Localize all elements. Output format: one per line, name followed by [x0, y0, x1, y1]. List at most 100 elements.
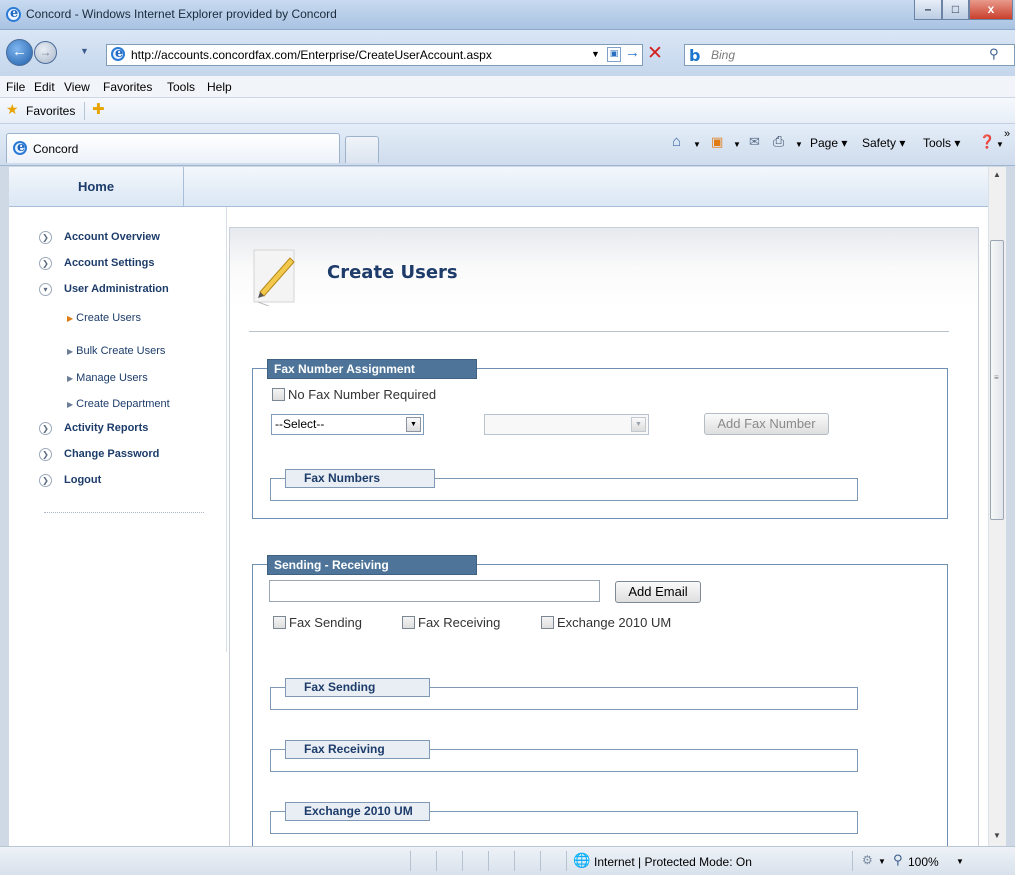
- chevron-down-icon[interactable]: ▼: [878, 857, 886, 866]
- nav-user-administration[interactable]: User Administration: [64, 283, 169, 295]
- page-viewport: Home ❯ Account Overview ❯ Account Settin…: [9, 167, 988, 846]
- arrow-icon: ▶: [67, 374, 74, 383]
- nav-account-overview[interactable]: Account Overview: [64, 231, 160, 243]
- new-tab-button[interactable]: [345, 136, 379, 163]
- email-input[interactable]: [269, 580, 600, 602]
- fax-number-select[interactable]: ▼: [484, 414, 649, 435]
- tab-page-icon: [13, 140, 27, 155]
- address-url: http://accounts.concordfax.com/Enterpris…: [131, 48, 492, 62]
- nav-bullet-icon: ❯: [39, 474, 52, 487]
- menu-tools[interactable]: Tools: [167, 80, 195, 94]
- exchange-checkbox-row[interactable]: Exchange 2010 UM: [541, 615, 671, 630]
- address-field[interactable]: http://accounts.concordfax.com/Enterpris…: [106, 44, 643, 66]
- grip-icon: ≡: [994, 373, 999, 382]
- add-favorite-icon[interactable]: ✚: [92, 100, 105, 118]
- home-link[interactable]: Home: [9, 167, 184, 207]
- fax-receiving-checkbox[interactable]: [402, 616, 415, 629]
- menu-favorites[interactable]: Favorites: [103, 80, 152, 94]
- divider: [462, 851, 463, 871]
- nav-account-settings[interactable]: Account Settings: [64, 257, 154, 269]
- print-dropdown-icon[interactable]: ▼: [795, 140, 803, 149]
- forward-arrow-icon[interactable]: →: [34, 41, 57, 64]
- add-email-button[interactable]: Add Email: [615, 581, 701, 603]
- mail-icon[interactable]: ✉: [749, 134, 760, 150]
- favorites-button[interactable]: Favorites: [26, 104, 75, 118]
- nav-change-password[interactable]: Change Password: [64, 448, 159, 460]
- stop-icon[interactable]: ✕: [647, 42, 663, 65]
- no-fax-checkbox[interactable]: [272, 388, 285, 401]
- safety-menu[interactable]: Safety ▾: [862, 136, 905, 150]
- tab-concord[interactable]: Concord: [6, 133, 340, 163]
- chevron-down-icon: ▼: [406, 417, 421, 432]
- tools-menu[interactable]: Tools ▾: [923, 136, 960, 150]
- no-fax-checkbox-row[interactable]: No Fax Number Required: [272, 387, 436, 402]
- compatibility-icon[interactable]: ▣: [607, 47, 621, 62]
- feeds-icon[interactable]: ▣: [711, 134, 723, 150]
- window-title-bar[interactable]: Concord - Windows Internet Explorer prov…: [0, 0, 1015, 30]
- chevron-more-icon[interactable]: »: [1004, 128, 1010, 140]
- zoom-level[interactable]: 100%: [908, 855, 939, 869]
- back-arrow-icon[interactable]: ←: [6, 39, 33, 66]
- pencil-icon: [253, 249, 295, 306]
- history-dropdown-icon[interactable]: ▼: [80, 46, 89, 56]
- divider: [84, 102, 85, 120]
- menu-edit[interactable]: Edit: [34, 80, 55, 94]
- go-arrow-icon[interactable]: →: [625, 44, 640, 61]
- help-icon[interactable]: ❓: [979, 134, 995, 150]
- search-field[interactable]: b Bing ⚲: [684, 44, 1015, 66]
- tab-title: Concord: [33, 142, 79, 156]
- protected-mode-icon[interactable]: ⚙: [862, 853, 873, 867]
- home-icon[interactable]: ⌂: [672, 133, 681, 150]
- nav-bullet-icon: ❯: [39, 448, 52, 461]
- active-arrow-icon: ▶: [67, 314, 74, 323]
- ie-icon: [6, 6, 21, 22]
- nav-create-users[interactable]: ▶ Create Users: [67, 312, 141, 324]
- search-placeholder: Bing: [711, 48, 736, 62]
- menu-file[interactable]: File: [6, 80, 25, 94]
- add-fax-number-button[interactable]: Add Fax Number: [704, 413, 829, 435]
- fax-sending-checkbox[interactable]: [273, 616, 286, 629]
- nav-logout[interactable]: Logout: [64, 474, 101, 486]
- feeds-dropdown-icon[interactable]: ▼: [733, 140, 741, 149]
- divider: [566, 851, 567, 871]
- fax-area-select[interactable]: --Select-- ▼: [271, 414, 424, 435]
- divider: [436, 851, 437, 871]
- scrollbar-thumb[interactable]: ≡: [990, 240, 1004, 520]
- exchange-checkbox[interactable]: [541, 616, 554, 629]
- menu-view[interactable]: View: [64, 80, 90, 94]
- address-dropdown-icon[interactable]: ▼: [591, 49, 600, 59]
- fax-numbers-legend: Fax Numbers: [285, 469, 435, 488]
- divider: [540, 851, 541, 871]
- print-icon[interactable]: ⎙: [773, 133, 784, 150]
- status-bar: 🌐 Internet | Protected Mode: On ⚙ ▼ ⚲ 10…: [0, 846, 1015, 875]
- nav-create-department[interactable]: ▶ Create Department: [67, 398, 170, 410]
- nav-activity-reports[interactable]: Activity Reports: [64, 422, 148, 434]
- zoom-dropdown-icon[interactable]: ▼: [956, 857, 964, 866]
- scroll-down-icon[interactable]: ▼: [993, 831, 1001, 840]
- nav-bulk-create-users[interactable]: ▶ Bulk Create Users: [67, 345, 165, 357]
- zoom-icon[interactable]: ⚲: [893, 852, 903, 868]
- fax-receiving-checkbox-row[interactable]: Fax Receiving: [402, 615, 500, 630]
- nav-bullet-icon: ❯: [39, 231, 52, 244]
- page-title: Create Users: [327, 262, 458, 283]
- navigation-bar: ← → ▼ http://accounts.concordfax.com/Ent…: [0, 30, 1015, 76]
- exchange-legend: Exchange 2010 UM: [285, 802, 430, 821]
- fax-receiving-legend: Fax Receiving: [285, 740, 430, 759]
- page-menu[interactable]: Page ▾: [810, 136, 847, 150]
- divider: [410, 851, 411, 871]
- nav-manage-users[interactable]: ▶ Manage Users: [67, 372, 148, 384]
- bing-logo-icon: b: [689, 46, 701, 65]
- top-navigation: Home: [9, 167, 988, 207]
- maximize-button[interactable]: □: [942, 0, 969, 20]
- home-dropdown-icon[interactable]: ▼: [693, 140, 701, 149]
- scroll-up-icon[interactable]: ▲: [993, 170, 1001, 179]
- close-button[interactable]: x: [969, 0, 1013, 20]
- sending-receiving-legend: Sending - Receiving: [267, 555, 477, 575]
- minimize-button[interactable]: –: [914, 0, 942, 20]
- favorites-star-icon: ★: [6, 101, 19, 117]
- search-icon[interactable]: ⚲: [989, 46, 999, 62]
- help-dropdown-icon[interactable]: ▼: [996, 140, 1004, 149]
- menu-help[interactable]: Help: [207, 80, 232, 94]
- fax-sending-checkbox-row[interactable]: Fax Sending: [273, 615, 362, 630]
- arrow-icon: ▶: [67, 347, 74, 356]
